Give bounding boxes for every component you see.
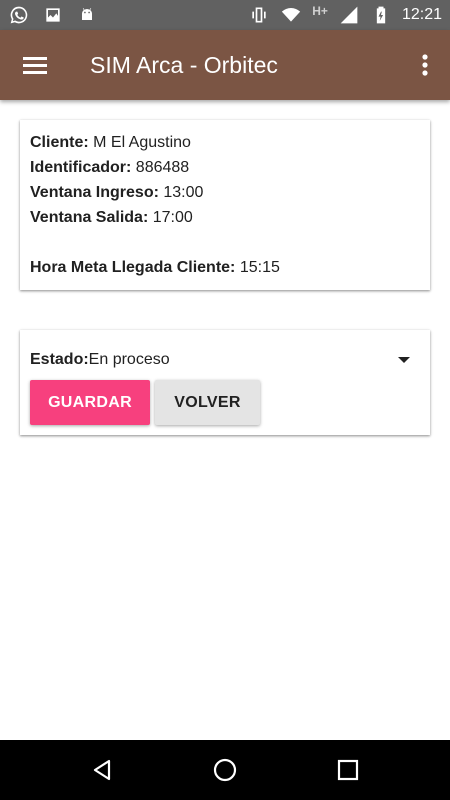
more-vert-icon	[422, 54, 428, 76]
vibrate-icon	[248, 4, 270, 26]
hamburger-menu-icon	[23, 57, 47, 74]
nav-home-button[interactable]	[200, 745, 250, 795]
status-bar: H+ 12:21	[0, 0, 450, 30]
ventana-ingreso-label: Ventana Ingreso:	[30, 184, 159, 201]
nav-recents-button[interactable]	[323, 745, 373, 795]
identificador-row: Identificador: 886488	[30, 155, 420, 180]
dropdown-arrow-icon	[398, 357, 410, 363]
network-type: H+	[312, 4, 328, 18]
save-button[interactable]: GUARDAR	[30, 380, 150, 425]
whatsapp-icon	[8, 4, 30, 26]
image-icon	[42, 4, 64, 26]
ventana-salida-row: Ventana Salida: 17:00	[30, 205, 420, 230]
back-triangle-icon	[93, 759, 110, 781]
identificador-label: Identificador:	[30, 159, 132, 176]
estado-value: En proceso	[88, 351, 170, 368]
identificador-value: 886488	[131, 159, 190, 176]
estado-dropdown[interactable]: Estado: En proceso	[30, 340, 420, 380]
hora-meta-row: Hora Meta Llegada Cliente: 15:15	[30, 255, 420, 280]
nav-back-button[interactable]	[77, 745, 127, 795]
ventana-ingreso-row: Ventana Ingreso: 13:00	[30, 180, 420, 205]
action-buttons: GUARDAR VOLVER	[30, 380, 420, 425]
ventana-salida-label: Ventana Salida:	[30, 209, 149, 226]
app-title: SIM Arca - Orbitec	[90, 51, 278, 78]
back-button[interactable]: VOLVER	[155, 380, 260, 425]
cliente-value: M El Agustino	[88, 134, 191, 151]
hora-meta-value: 15:15	[235, 259, 280, 276]
recents-square-icon	[338, 759, 359, 781]
estado-label: Estado:	[30, 351, 89, 368]
signal-icon	[338, 4, 360, 26]
android-icon	[76, 4, 98, 26]
cliente-label: Cliente:	[30, 134, 89, 151]
cliente-row: Cliente: M El Agustino	[30, 130, 420, 155]
ventana-ingreso-value: 13:00	[158, 184, 204, 201]
menu-button[interactable]	[0, 30, 70, 100]
overflow-menu-button[interactable]	[400, 30, 450, 100]
home-circle-icon	[213, 758, 237, 782]
battery-icon	[370, 4, 392, 26]
client-info-card: Cliente: M El Agustino Identificador: 88…	[20, 120, 430, 290]
ventana-salida-value: 17:00	[148, 209, 193, 226]
app-bar: SIM Arca - Orbitec	[0, 30, 450, 100]
wifi-icon	[280, 4, 302, 26]
state-card: Estado: En proceso GUARDAR VOLVER	[20, 330, 430, 435]
status-time: 12:21	[401, 6, 442, 23]
hora-meta-label: Hora Meta Llegada Cliente:	[30, 259, 236, 276]
navigation-bar	[0, 740, 450, 800]
